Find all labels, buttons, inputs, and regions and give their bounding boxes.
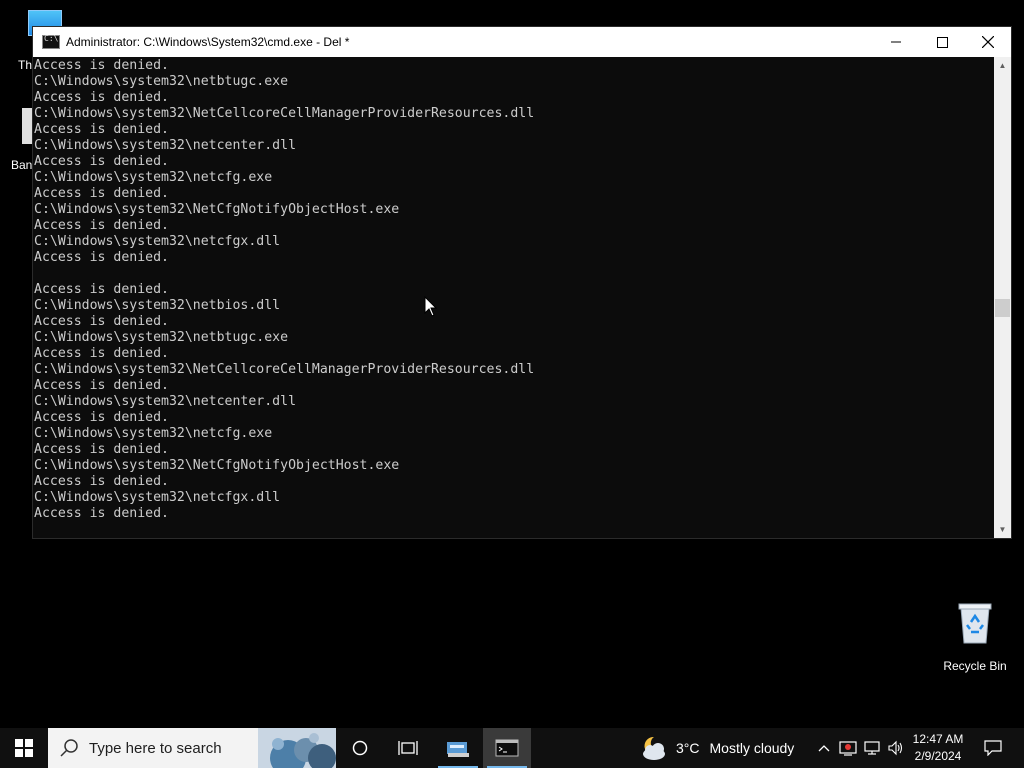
tray-app-button[interactable] [836, 728, 860, 768]
speaker-icon [888, 740, 903, 756]
taskbar-app-cmd[interactable] [483, 728, 531, 768]
console-line: Access is denied. [34, 474, 169, 489]
console-line: Access is denied. [34, 154, 169, 169]
close-icon [982, 36, 994, 48]
notification-icon [984, 740, 1002, 756]
weather-temperature: 3°C [676, 740, 700, 756]
recycle-bin-icon [958, 603, 992, 644]
network-button[interactable] [860, 728, 884, 768]
title-bar[interactable]: Administrator: C:\Windows\System32\cmd.e… [33, 27, 1011, 57]
console-line: C:\Windows\system32\NetCellcoreCellManag… [34, 362, 535, 377]
windows-logo-icon [15, 739, 33, 757]
console-line: C:\Windows\system32\NetCfgNotifyObjectHo… [34, 458, 400, 473]
maximize-icon [936, 36, 948, 48]
action-center-button[interactable] [978, 728, 1008, 768]
taskbar-app-server-manager[interactable] [434, 728, 482, 768]
recycle-bin-label: Recycle Bin [943, 659, 1007, 673]
console-line: Access is denied. [34, 250, 169, 265]
console-line: C:\Windows\system32\netcenter.dll [34, 138, 297, 153]
console-line: C:\Windows\system32\netbios.dll [34, 298, 281, 313]
console-line: Access is denied. [34, 346, 169, 361]
taskbar-clock[interactable]: 12:47 AM 2/9/2024 [906, 728, 970, 768]
moon-cloud-icon [643, 736, 665, 760]
console-line: C:\Windows\system32\netbtugc.exe [34, 330, 289, 345]
network-icon [864, 741, 880, 755]
taskbar-search-box[interactable]: Type here to search [48, 728, 336, 768]
console-line: Access is denied. [34, 378, 169, 393]
cortana-circle-icon [352, 740, 368, 756]
start-button[interactable] [0, 728, 48, 768]
weather-widget[interactable]: 3°C Mostly cloudy [640, 728, 794, 768]
server-manager-icon [447, 742, 469, 757]
cmd-app-icon[interactable] [42, 34, 60, 49]
console-line: C:\Windows\system32\netcfgx.dll [34, 490, 281, 505]
scroll-down-arrow-icon[interactable]: ▼ [994, 521, 1011, 538]
console-line: C:\Windows\system32\netcfgx.dll [34, 234, 281, 249]
console-line: Access is denied. [34, 506, 169, 521]
show-hidden-icons-button[interactable] [812, 728, 836, 768]
weather-condition: Mostly cloudy [709, 740, 795, 756]
console-line: C:\Windows\system32\netbtugc.exe [34, 74, 289, 89]
volume-button[interactable] [884, 728, 908, 768]
console-line: Access is denied. [34, 314, 169, 329]
console-line: Access is denied. [34, 282, 169, 297]
console-line: Access is denied. [34, 410, 169, 425]
security-center-icon [839, 741, 857, 756]
console-line: C:\Windows\system32\netcfg.exe [34, 426, 273, 441]
close-button[interactable] [965, 27, 1011, 57]
system-tray [812, 728, 908, 768]
console-line: C:\Windows\system32\netcenter.dll [34, 394, 297, 409]
search-icon [60, 739, 78, 757]
scroll-up-arrow-icon[interactable]: ▲ [994, 57, 1011, 74]
vertical-scrollbar[interactable]: ▲ ▼ [994, 57, 1011, 538]
console-line: C:\Windows\system32\NetCellcoreCellManag… [34, 106, 535, 121]
maximize-button[interactable] [919, 27, 965, 57]
console-line: Access is denied. [34, 442, 169, 457]
scrollbar-thumb[interactable] [995, 299, 1010, 317]
mouse-cursor-icon [424, 296, 438, 317]
console-line: Access is denied. [34, 218, 169, 233]
cmd-window[interactable]: Administrator: C:\Windows\System32\cmd.e… [33, 27, 1011, 538]
window-title: Administrator: C:\Windows\System32\cmd.e… [66, 35, 350, 49]
search-highlight-art-icon [258, 728, 336, 768]
taskbar: Type here to search 3°C Mostly cloudy 12… [0, 728, 1024, 768]
clock-time: 12:47 AM [912, 732, 964, 746]
console-output[interactable]: Access is denied. C:\Windows\system32\net… [33, 57, 994, 539]
minimize-button[interactable] [873, 27, 919, 57]
search-placeholder: Type here to search [89, 739, 222, 757]
cmd-icon [495, 739, 519, 757]
task-view-icon [398, 741, 418, 755]
desktop-icon-recycle-bin[interactable]: Recycle Bin [940, 602, 1010, 673]
minimize-icon [891, 41, 901, 43]
console-line: Access is denied. [34, 58, 169, 73]
console-line: Access is denied. [34, 186, 169, 201]
console-line: Access is denied. [34, 122, 169, 137]
shortcut-icon [22, 108, 32, 144]
cortana-button[interactable] [336, 728, 384, 768]
console-line: Access is denied. [34, 90, 169, 105]
task-view-button[interactable] [384, 728, 432, 768]
chevron-up-icon [818, 745, 830, 752]
desktop-icon-label: Ban [11, 158, 33, 172]
clock-date: 2/9/2024 [914, 749, 962, 763]
console-line: C:\Windows\system32\netcfg.exe [34, 170, 273, 185]
console-line: C:\Windows\system32\NetCfgNotifyObjectHo… [34, 202, 400, 217]
